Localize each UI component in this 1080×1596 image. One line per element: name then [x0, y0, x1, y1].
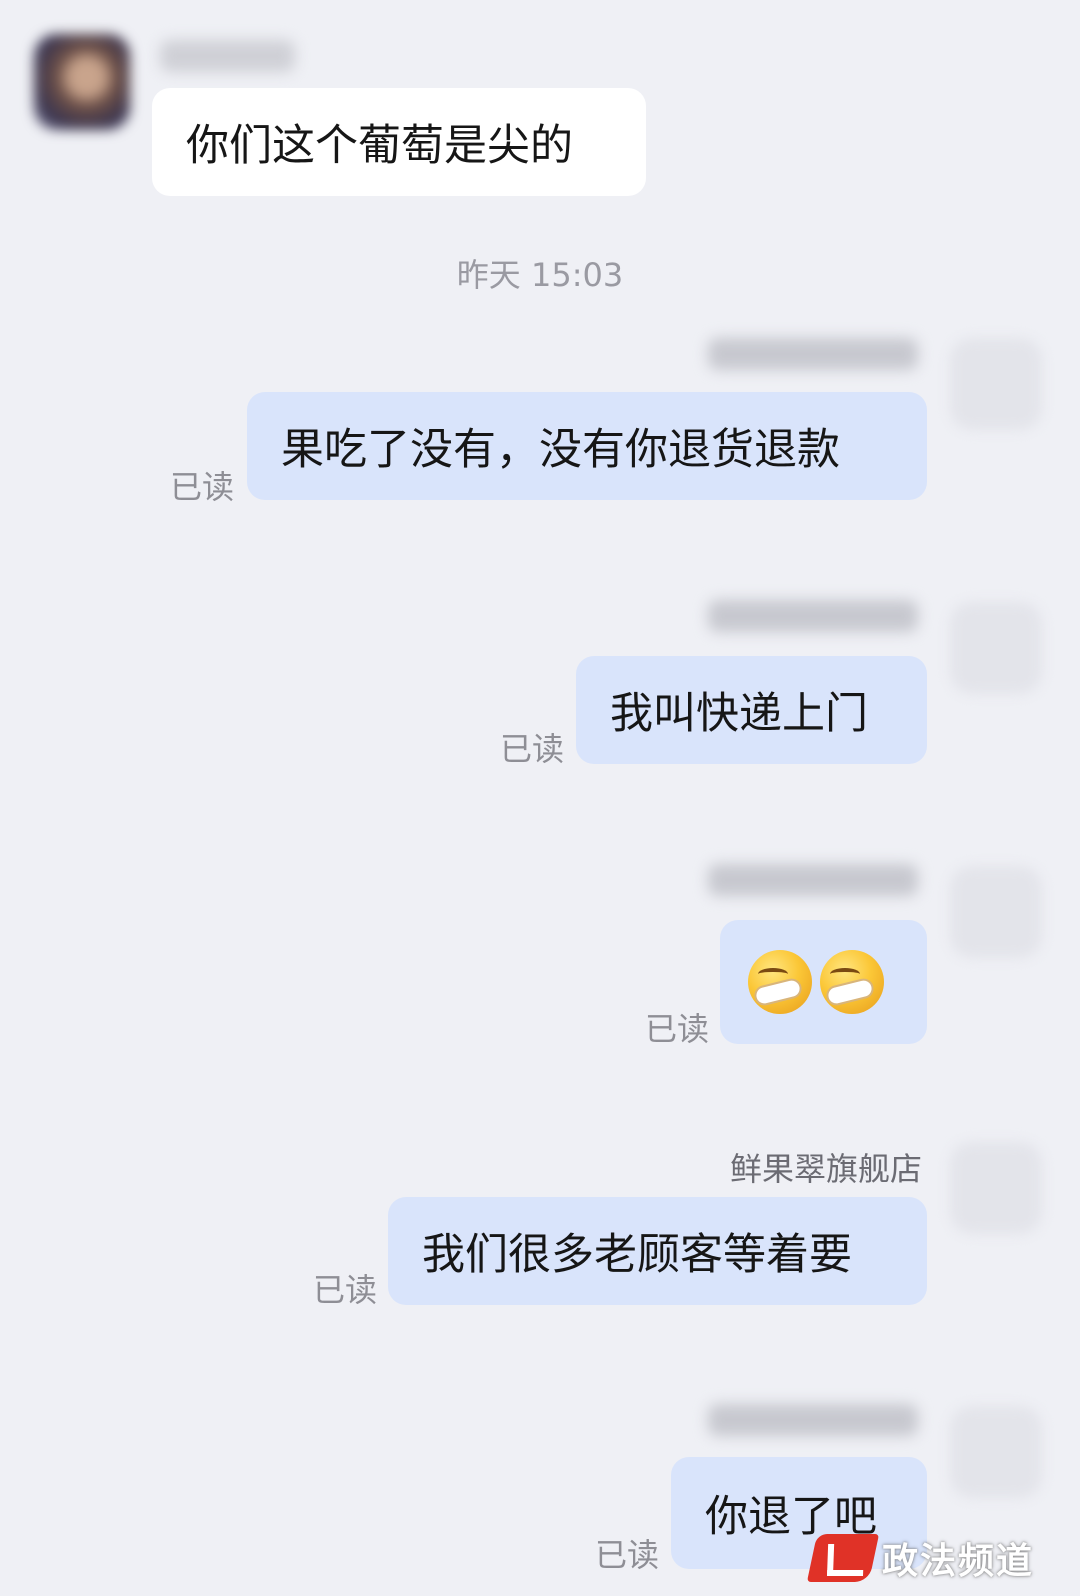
- read-status: 已读: [645, 1010, 710, 1048]
- read-status: 已读: [170, 468, 235, 506]
- watermark: 政法频道: [806, 1532, 1035, 1584]
- chat-timestamp: 昨天 15:03: [456, 256, 624, 294]
- message-bubble-outgoing[interactable]: 果吃了没有，没有你退货退款: [247, 392, 927, 500]
- read-status: 已读: [595, 1536, 660, 1574]
- shop-avatar[interactable]: [950, 338, 1042, 430]
- shop-avatar[interactable]: [950, 1406, 1042, 1498]
- face-with-hand-over-mouth-icon: [748, 950, 812, 1014]
- message-bubble-outgoing[interactable]: 我叫快递上门: [576, 656, 927, 764]
- read-status: 已读: [313, 1271, 378, 1309]
- emoji-row: [748, 950, 884, 1014]
- read-status: 已读: [500, 730, 565, 768]
- channel-logo-icon: [806, 1534, 880, 1582]
- shop-name-blurred: [708, 864, 918, 896]
- watermark-text: 政法频道: [882, 1541, 1035, 1582]
- shop-avatar[interactable]: [950, 866, 1042, 958]
- message-bubble-outgoing[interactable]: 我们很多老顾客等着要: [388, 1197, 927, 1305]
- customer-avatar[interactable]: [34, 34, 130, 130]
- message-text: 你们这个葡萄是尖的: [186, 121, 573, 171]
- shop-name-blurred: [708, 1404, 918, 1436]
- message-bubble-incoming[interactable]: 你们这个葡萄是尖的: [152, 88, 646, 196]
- shop-name-blurred: [708, 600, 918, 632]
- message-bubble-outgoing[interactable]: [720, 920, 927, 1044]
- shop-avatar[interactable]: [950, 1142, 1042, 1234]
- shop-avatar[interactable]: [950, 602, 1042, 694]
- face-with-hand-over-mouth-icon: [820, 950, 884, 1014]
- message-text: 我们很多老顾客等着要: [422, 1230, 852, 1280]
- shop-name-blurred: [708, 338, 918, 370]
- shop-name: 鲜果翠旗舰店: [729, 1150, 922, 1188]
- message-text: 我叫快递上门: [610, 689, 868, 739]
- customer-name-blurred: [160, 40, 295, 72]
- message-text: 果吃了没有，没有你退货退款: [281, 425, 840, 475]
